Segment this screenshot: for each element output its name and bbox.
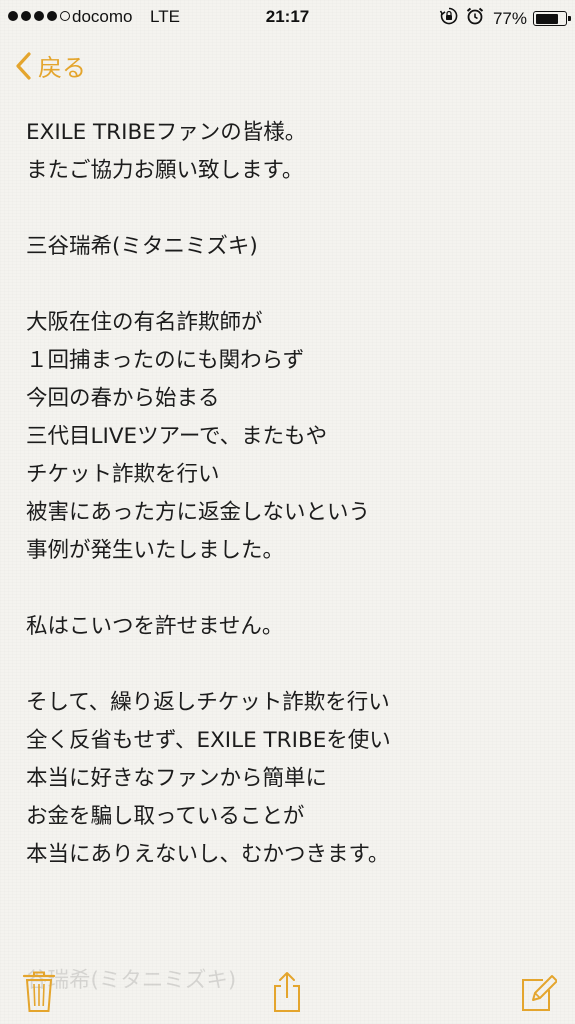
note-line: 全く反省もせず、EXILE TRIBEを使い [26,728,391,753]
nav-bar: 戻る [0,34,575,100]
alarm-icon [465,6,485,31]
note-line: 私はこいつを許せません。 [26,614,284,639]
scrolled-text-preview: 谷瑞希(ミタニミズキ) [26,968,237,993]
share-icon [270,972,304,1018]
note-line: 本当にありえないし、むかつきます。 [26,842,390,867]
battery-percent: 77% [492,8,527,28]
note-paragraph: EXILE TRIBEファンの皆様。 またご協力お願い致します。 [26,114,556,190]
note-paragraph: 三谷瑞希(ミタニミズキ) [26,228,556,266]
trash-icon [22,971,56,1018]
trash-button[interactable] [22,970,56,1018]
back-button[interactable]: 戻る [14,48,86,83]
note-body[interactable]: EXILE TRIBEファンの皆様。 またご協力お願い致します。 三谷瑞希(ミタニミ… [26,114,556,912]
note-paragraph: 私はこいつを許せません。 [26,608,556,646]
battery-icon [533,11,571,26]
note-line: 本当に好きなファンから簡単に [26,766,328,791]
rotation-lock-icon [439,6,459,31]
note-line: チケット詐欺を行い [26,462,220,487]
note-line: １回捕まったのにも関わらず [26,348,305,373]
status-right-group: 77% [439,6,571,31]
note-line: お金を騙し取っていることが [26,804,305,829]
back-label: 戻る [38,54,86,82]
note-line: 大阪在住の有名詐欺師が [26,310,263,335]
share-button[interactable] [270,970,304,1018]
note-line: 今回の春から始まる [26,386,220,411]
battery-fill [535,13,558,24]
note-line: そして、繰り返しチケット詐欺を行い [26,690,390,715]
note-line: 被害にあった方に返金しないという [26,500,371,525]
note-line: 三代目LIVEツアーで、またもや [26,424,328,449]
note-paragraph: そして、繰り返しチケット詐欺を行い 全く反省もせず、EXILE TRIBEを使い本… [26,684,556,874]
note-line: EXILE TRIBEファンの皆様。 [26,120,307,145]
note-line: またご協力お願い致します。 [26,158,304,183]
bottom-toolbar: 谷瑞希(ミタニミズキ) [0,962,575,1024]
chevron-left-icon [14,51,32,81]
note-paragraph: 大阪在住の有名詐欺師が １回捕まったのにも関わらず 今回の春から始まる三代目LIVE… [26,304,556,570]
status-bar: docomo LTE 21:17 77% [0,0,575,34]
compose-icon [519,975,558,1018]
note-line: 事例が発生いたしました。 [26,538,285,563]
compose-button[interactable] [519,970,558,1018]
note-line: 三谷瑞希(ミタニミズキ) [26,234,258,259]
